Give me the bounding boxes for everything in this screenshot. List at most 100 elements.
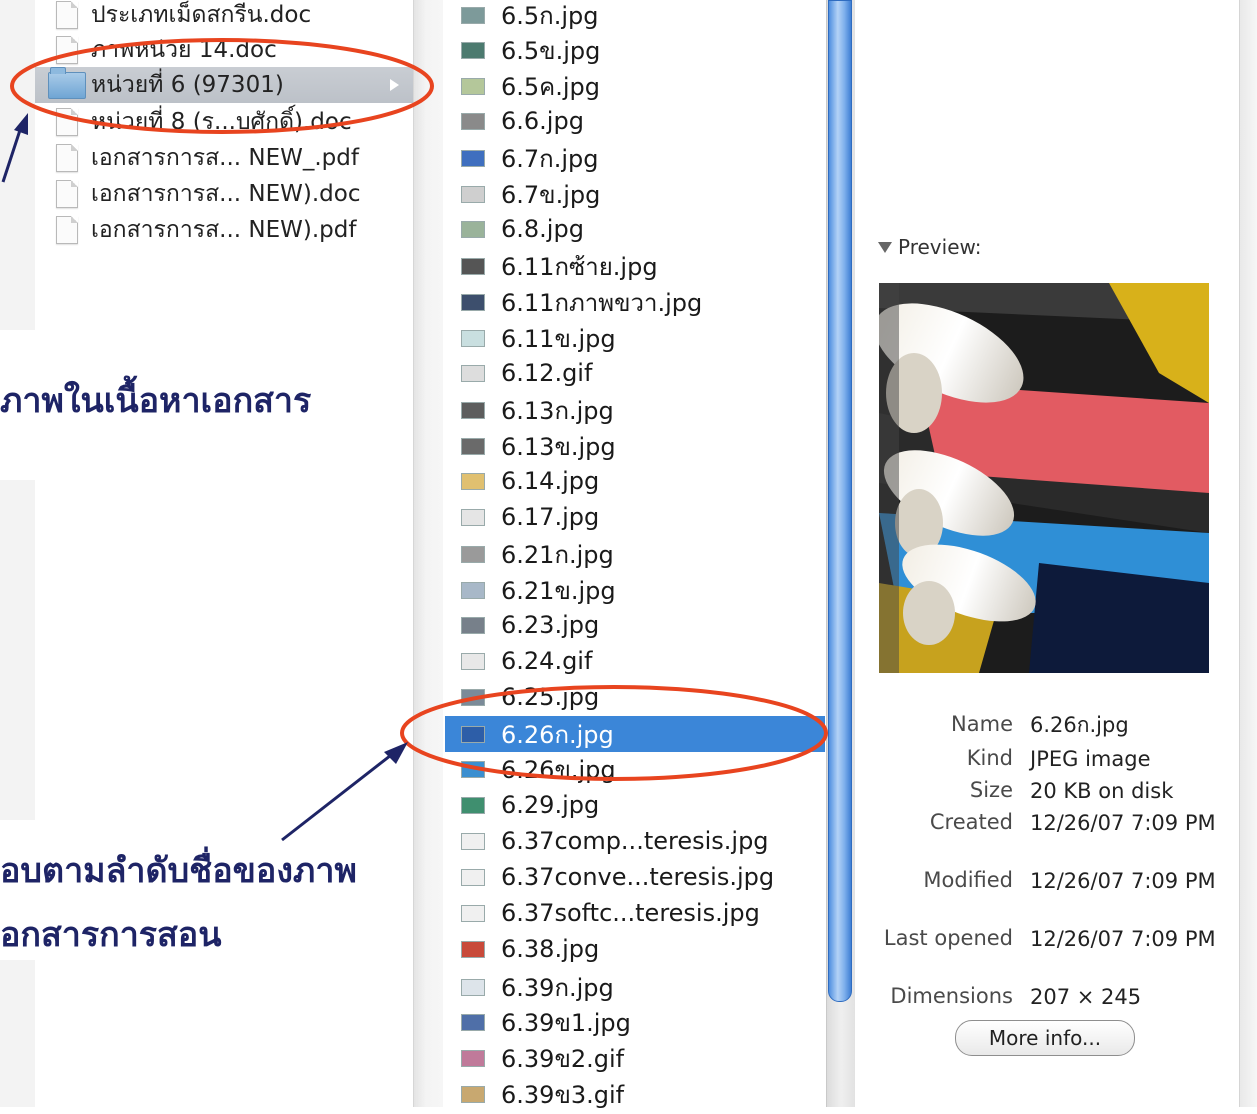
image-thumbnail-icon xyxy=(451,41,495,59)
thumbnail-swatch xyxy=(461,41,485,59)
thumbnail-swatch xyxy=(461,940,485,958)
file-item[interactable]: 6.17.jpg xyxy=(445,499,825,535)
image-thumbnail-icon xyxy=(451,364,495,382)
thumbnail-swatch xyxy=(461,257,485,275)
file-item[interactable]: 6.11กซ้าย.jpg xyxy=(445,248,825,284)
file-item[interactable]: 6.13ข.jpg xyxy=(445,428,825,464)
file-item-label: 6.5ข.jpg xyxy=(501,36,601,65)
file-item-label: 6.21ก.jpg xyxy=(501,540,614,569)
file-item[interactable]: 6.37softc...teresis.jpg xyxy=(445,895,825,931)
file-item-selected[interactable]: 6.26ก.jpg xyxy=(445,716,825,752)
list-item[interactable]: เอกสารการส... NEW).pdf xyxy=(35,212,413,248)
file-item[interactable]: 6.21ก.jpg xyxy=(445,536,825,572)
file-item-label: 6.11ข.jpg xyxy=(501,324,616,353)
list-item[interactable]: ประเภทเม็ดสกรีน.doc xyxy=(35,0,413,33)
thumbnail-swatch xyxy=(461,437,485,455)
file-item[interactable]: 6.21ข.jpg xyxy=(445,572,825,608)
file-item[interactable]: 6.5ค.jpg xyxy=(445,68,825,104)
annotation-caption-2b: อกสารการสอน xyxy=(0,915,222,955)
file-item[interactable]: 6.29.jpg xyxy=(445,787,825,823)
list-item[interactable]: เอกสารการส... NEW_.pdf xyxy=(35,140,413,176)
preview-disclosure[interactable]: Preview: xyxy=(878,235,982,259)
image-thumbnail-icon xyxy=(451,1013,495,1031)
file-item[interactable]: 6.23.jpg xyxy=(445,607,825,643)
file-item-label: 6.39ก.jpg xyxy=(501,973,614,1002)
image-thumbnail-icon xyxy=(451,760,495,778)
info-key: Created xyxy=(929,810,1013,834)
file-item[interactable]: 6.8.jpg xyxy=(445,211,825,247)
image-thumbnail-icon xyxy=(451,1049,495,1067)
image-thumbnail-icon xyxy=(451,6,495,24)
file-item-label: 6.8.jpg xyxy=(501,215,584,243)
more-info-button[interactable]: More info... xyxy=(955,1020,1135,1056)
file-item[interactable]: 6.11ข.jpg xyxy=(445,320,825,356)
file-item-label: 6.23.jpg xyxy=(501,611,600,639)
info-key: Dimensions xyxy=(890,984,1013,1008)
info-key: Last opened xyxy=(883,926,1013,950)
list-item[interactable]: หน่วยที่ 8 (ร...บศักดิ์).doc xyxy=(35,104,413,140)
thumbnail-swatch xyxy=(461,832,485,850)
file-item-label: 6.12.gif xyxy=(501,359,593,387)
thumbnail-swatch xyxy=(461,688,485,706)
file-item[interactable]: 6.37conve...teresis.jpg xyxy=(445,859,825,895)
file-item[interactable]: 6.39ข2.gif xyxy=(445,1040,825,1076)
image-thumbnail-icon xyxy=(451,112,495,130)
list-item[interactable]: เอกสารการส... NEW).doc xyxy=(35,176,413,212)
thumbnail-swatch xyxy=(461,329,485,347)
file-item[interactable]: 6.5ข.jpg xyxy=(445,32,825,68)
finder-column-2[interactable]: 6.5ก.jpg 6.5ข.jpg 6.5ค.jpg 6.6.jpg 6.7ก.jpg 6… xyxy=(443,0,827,1109)
thumbnail-swatch xyxy=(461,112,485,130)
image-thumbnail-icon xyxy=(451,329,495,347)
file-item-label: 6.13ก.jpg xyxy=(501,396,614,425)
file-item[interactable]: 6.39ก.jpg xyxy=(445,969,825,1005)
column-resize-divider[interactable] xyxy=(413,0,445,1107)
file-item-label: 6.24.gif xyxy=(501,647,593,675)
file-item[interactable]: 6.38.jpg xyxy=(445,931,825,967)
info-value: JPEG image xyxy=(1030,747,1151,771)
file-item[interactable]: 6.37comp...teresis.jpg xyxy=(445,823,825,859)
image-thumbnail-icon xyxy=(451,868,495,886)
file-item[interactable]: 6.13ก.jpg xyxy=(445,392,825,428)
file-item-label: 6.25.jpg xyxy=(501,683,600,711)
file-item-label: 6.39ข2.gif xyxy=(501,1044,625,1073)
thumbnail-swatch xyxy=(461,508,485,526)
folder-item-selected[interactable]: หน่วยที่ 6 (97301) xyxy=(35,66,413,103)
file-item[interactable]: 6.11กภาพขวา.jpg xyxy=(445,284,825,320)
file-item-label: 6.39ข3.gif xyxy=(501,1080,625,1109)
image-thumbnail-icon xyxy=(451,220,495,238)
image-thumbnail-icon xyxy=(451,832,495,850)
scrollbar-thumb[interactable] xyxy=(828,0,852,1002)
file-item[interactable]: 6.5ก.jpg xyxy=(445,0,825,33)
file-item[interactable]: 6.25.jpg xyxy=(445,679,825,715)
info-value: 12/26/07 7:09 PM xyxy=(1030,927,1216,951)
file-item[interactable]: 6.6.jpg xyxy=(445,103,825,139)
window-right-edge xyxy=(1239,0,1257,1107)
file-item[interactable]: 6.7ก.jpg xyxy=(445,140,825,176)
file-item-label: 6.21ข.jpg xyxy=(501,576,616,605)
thumbnail-swatch xyxy=(461,904,485,922)
info-key: Size xyxy=(969,778,1013,802)
list-item[interactable]: ภาพหน่วย 14.doc xyxy=(35,32,413,68)
file-item-label: 6.37conve...teresis.jpg xyxy=(501,863,775,891)
file-item[interactable]: 6.39ข1.jpg xyxy=(445,1004,825,1040)
file-item[interactable]: 6.12.gif xyxy=(445,355,825,391)
file-item[interactable]: 6.14.jpg xyxy=(445,463,825,499)
file-item[interactable]: 6.24.gif xyxy=(445,643,825,679)
image-thumbnail-icon xyxy=(451,616,495,634)
file-item-label: 6.38.jpg xyxy=(501,935,600,963)
file-item[interactable]: 6.7ข.jpg xyxy=(445,176,825,212)
thumbnail-swatch xyxy=(461,1013,485,1031)
file-item-label: 6.37softc...teresis.jpg xyxy=(501,899,760,927)
image-thumbnail-icon xyxy=(451,149,495,167)
thumbnail-swatch xyxy=(461,1085,485,1103)
printing-rollers-image xyxy=(879,283,1209,673)
file-item-label: 6.26ข.jpg xyxy=(501,755,616,784)
annotation-caption-2a: อบตามลำดับชื่อของภาพ xyxy=(0,851,357,891)
thumbnail-swatch xyxy=(461,364,485,382)
document-icon xyxy=(45,108,89,136)
info-key: Modified xyxy=(923,868,1013,892)
image-thumbnail-icon xyxy=(451,978,495,996)
file-item[interactable]: 6.26ข.jpg xyxy=(445,751,825,787)
file-item-label: 6.26ก.jpg xyxy=(501,720,614,749)
image-thumbnail-icon xyxy=(451,1085,495,1103)
